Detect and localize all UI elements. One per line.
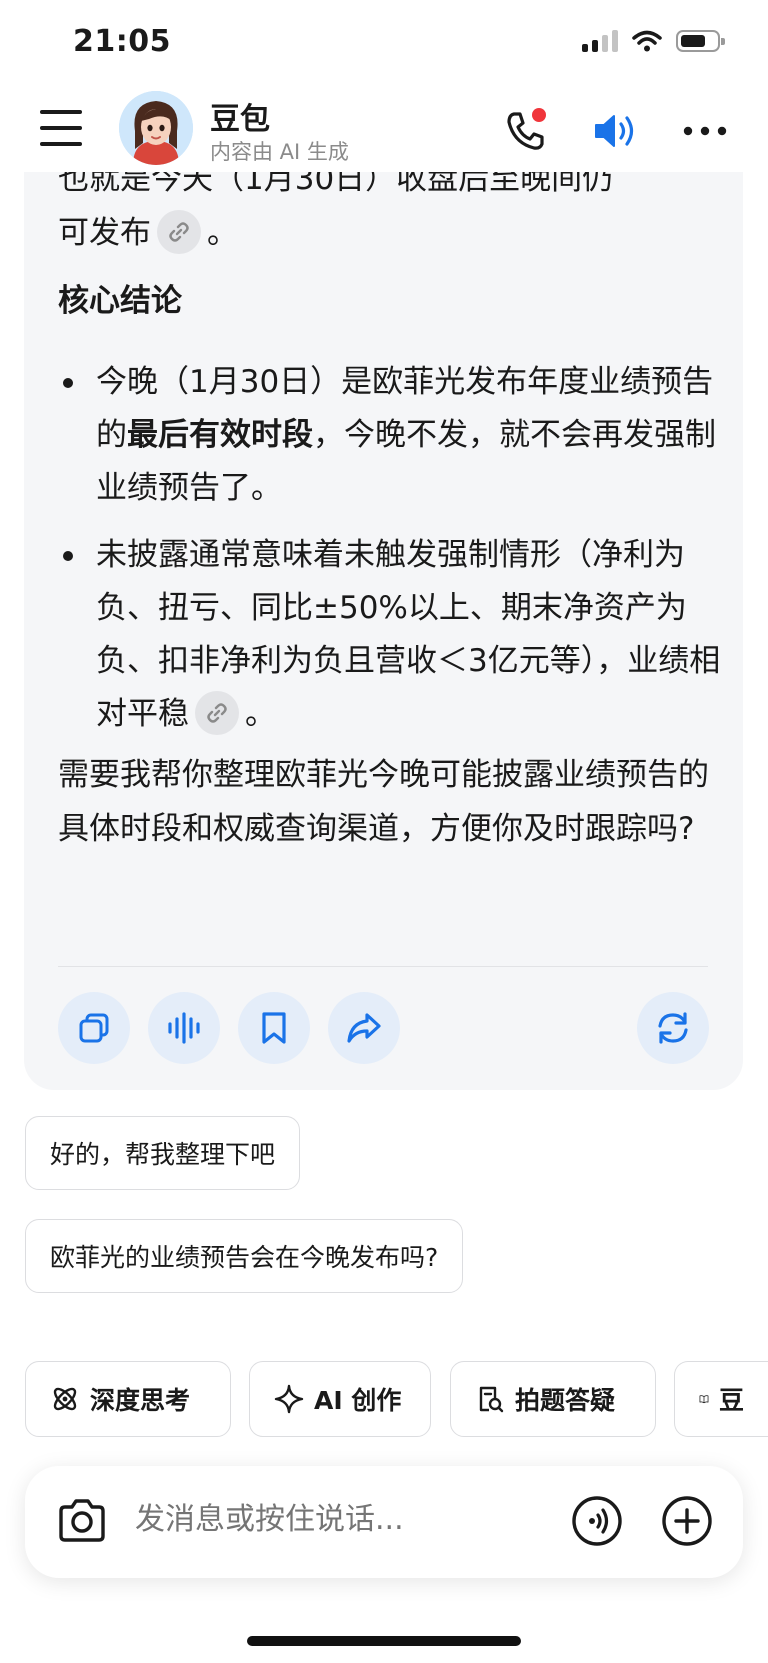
- chip-label: AI 创作: [314, 1386, 402, 1415]
- chip-deep-thinking[interactable]: 深度思考: [25, 1361, 231, 1437]
- camera-button[interactable]: [55, 1494, 109, 1552]
- bookmark-button[interactable]: [238, 992, 310, 1064]
- chip-ai-create[interactable]: AI 创作: [249, 1361, 431, 1437]
- status-icons: [582, 30, 725, 52]
- suggestion-chip-1[interactable]: 好的，帮我整理下吧: [25, 1116, 301, 1190]
- message-input[interactable]: [135, 1502, 535, 1537]
- bullet-item-1: 今晚（1月30日）是欧菲光发布年度业绩预告的最后有效时段，今晚不发，就不会再发强…: [58, 356, 728, 515]
- ai-generated-label: 内容由 AI 生成: [210, 140, 349, 164]
- section-heading: 核心结论: [58, 283, 182, 319]
- avatar[interactable]: [119, 91, 193, 165]
- more-dots-icon: [683, 126, 727, 136]
- status-bar: 21:05: [0, 0, 768, 88]
- share-button[interactable]: [328, 992, 400, 1064]
- sparkle-icon: [274, 1384, 304, 1414]
- message-line-2-end: 。: [207, 215, 238, 251]
- bullet-1-bold: 最后有效时段: [127, 417, 313, 453]
- link-icon: [169, 221, 189, 242]
- chip-label: 拍题答疑: [515, 1386, 616, 1415]
- wifi-icon: [632, 30, 662, 52]
- chat-header: 豆包 内容由 AI 生成: [0, 88, 768, 172]
- chip-photo-qa[interactable]: 拍题答疑: [450, 1361, 656, 1437]
- refresh-icon: [658, 1012, 688, 1044]
- bullet-2-end: 。: [245, 696, 276, 732]
- bullet-2-text: 未披露通常意味着未触发强制情形（净利为负、扭亏、同比±50%以上、期末净资产为负…: [96, 537, 721, 732]
- voice-call-button[interactable]: [570, 1494, 624, 1552]
- divider: [58, 966, 708, 967]
- source-link-chip[interactable]: [195, 690, 239, 735]
- regenerate-button[interactable]: [637, 992, 709, 1064]
- menu-icon[interactable]: [40, 110, 82, 150]
- battery-icon: [676, 30, 725, 52]
- copy-button[interactable]: [58, 992, 130, 1064]
- camera-icon: [59, 1499, 105, 1542]
- message-line-2: 可发布 。: [58, 206, 728, 260]
- speaker-button[interactable]: [590, 106, 640, 156]
- share-icon: [347, 1013, 381, 1043]
- chip-book[interactable]: 豆: [674, 1361, 768, 1437]
- speaker-icon: [595, 115, 634, 147]
- message-line-2-text: 可发布: [58, 215, 151, 251]
- atom-icon: [53, 1387, 77, 1411]
- bullet-list: 今晚（1月30日）是欧菲光发布年度业绩预告的最后有效时段，今晚不发，就不会再发强…: [58, 356, 728, 755]
- chip-label: 深度思考: [90, 1386, 191, 1415]
- message-input-bar: [25, 1466, 743, 1578]
- voice-wave-icon: [572, 1496, 622, 1546]
- bookmark-icon: [262, 1012, 286, 1044]
- closing-question: 需要我帮你整理欧菲光今晚可能披露业绩预告的具体时段和权威查询渠道，方便你及时跟踪…: [58, 757, 709, 847]
- bullet-item-2: 未披露通常意味着未触发强制情形（净利为负、扭亏、同比±50%以上、期末净资产为负…: [58, 529, 728, 741]
- cellular-signal-icon: [582, 30, 618, 52]
- call-button[interactable]: [500, 106, 550, 156]
- book-icon: [699, 1395, 709, 1404]
- plus-icon: [662, 1496, 712, 1546]
- search-doc-icon: [479, 1386, 504, 1413]
- status-time: 21:05: [73, 24, 171, 59]
- add-button[interactable]: [660, 1494, 714, 1552]
- chip-label: 豆: [718, 1386, 744, 1415]
- ai-message-card: 也就是今天（1月30日）收盘后至晚间仍 可发布。 核心结论 今晚（1月30日）是…: [24, 110, 743, 1090]
- copy-icon: [79, 1013, 109, 1043]
- home-indicator: [247, 1636, 521, 1646]
- suggestion-chip-2[interactable]: 欧菲光的业绩预告会在今晚发布吗?: [25, 1219, 464, 1293]
- source-link-chip[interactable]: [157, 209, 201, 254]
- bot-name: 豆包: [210, 102, 270, 137]
- more-options-button[interactable]: [680, 106, 730, 156]
- notification-dot: [532, 108, 546, 122]
- link-icon: [207, 702, 227, 723]
- soundwave-icon: [168, 1012, 200, 1044]
- read-aloud-button[interactable]: [148, 992, 220, 1064]
